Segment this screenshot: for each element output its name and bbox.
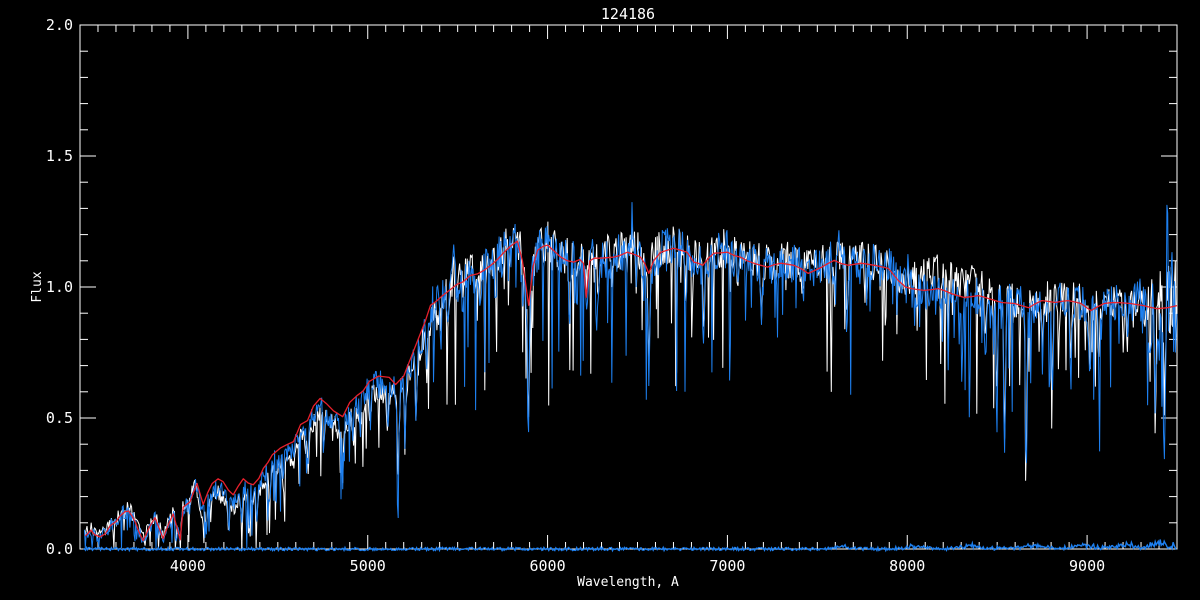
smoothed-spectrum-red bbox=[85, 241, 1177, 540]
y-tick-label: 1.0 bbox=[46, 278, 73, 296]
y-tick-label: 2.0 bbox=[46, 16, 73, 34]
x-tick-label: 9000 bbox=[1069, 557, 1105, 575]
x-tick-label: 8000 bbox=[889, 557, 925, 575]
y-tick-label: 0.0 bbox=[46, 540, 73, 558]
x-tick-label: 5000 bbox=[350, 557, 386, 575]
x-tick-label: 6000 bbox=[530, 557, 566, 575]
x-tick-label: 7000 bbox=[709, 557, 745, 575]
y-axis-label: Flux bbox=[30, 271, 45, 302]
x-tick-label: 4000 bbox=[170, 557, 206, 575]
spectra-traces bbox=[84, 202, 1177, 550]
y-tick-label: 0.5 bbox=[46, 409, 73, 427]
spectrum-chart: 4000500060007000800090000.00.51.01.52.0 … bbox=[0, 0, 1200, 600]
x-axis-label: Wavelength, A bbox=[577, 575, 679, 590]
y-tick-label: 1.5 bbox=[46, 147, 73, 165]
plot-title: 124186 bbox=[601, 5, 655, 23]
